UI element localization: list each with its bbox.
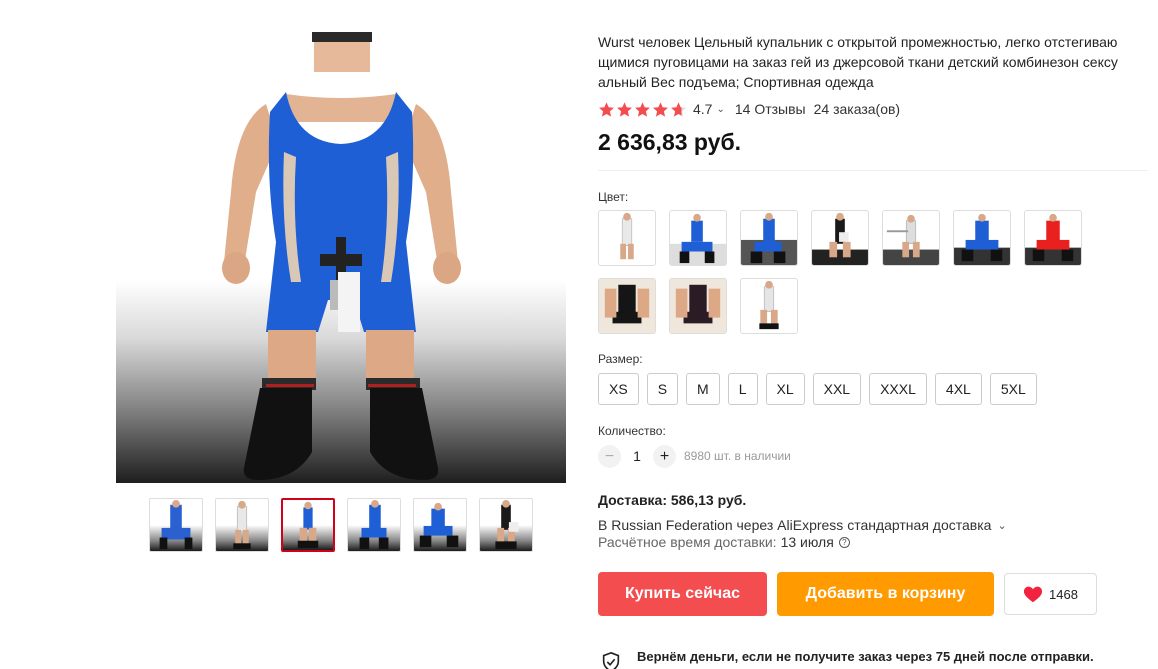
star-icon — [653, 101, 668, 117]
quantity-stepper: − 1 + 8980 шт. в наличии — [598, 444, 1148, 468]
heart-icon — [1023, 586, 1043, 603]
rating-value[interactable]: 4.7 — [693, 101, 712, 117]
reviews-link[interactable]: 14 Отзывы — [735, 101, 806, 117]
color-swatch-blue-1[interactable] — [669, 210, 727, 266]
action-buttons: Купить сейчас Добавить в корзину 1468 — [598, 572, 1148, 616]
thumbnail-5[interactable] — [413, 498, 467, 552]
thumbnail-4[interactable] — [347, 498, 401, 552]
thumbnail-2[interactable] — [215, 498, 269, 552]
buy-now-button[interactable]: Купить сейчас — [598, 572, 767, 616]
shield-check-icon — [602, 651, 620, 669]
product-photo — [222, 32, 461, 480]
quantity-label: Количество: — [598, 424, 666, 438]
color-swatch-blue-2[interactable] — [740, 210, 798, 266]
size-xl[interactable]: XL — [765, 373, 805, 405]
delivery-method-text: В Russian Federation через AliExpress ст… — [598, 517, 992, 533]
color-swatch-black-2[interactable] — [669, 278, 727, 334]
thumbnail-3[interactable] — [281, 498, 335, 552]
size-xs[interactable]: XS — [598, 373, 639, 405]
star-half-icon — [671, 101, 686, 117]
stock-count: 8980 шт. в наличии — [684, 449, 791, 463]
size-options: XS S M L XL XXL XXXL 4XL 5XL — [598, 373, 1148, 405]
rating-row: 4.7 ⌄ 14 Отзывы 24 заказа(ов) — [598, 99, 1148, 119]
delivery-time-label: Расчётное время доставки: — [598, 534, 777, 550]
star-icon — [599, 101, 614, 117]
size-xxl[interactable]: XXL — [812, 373, 862, 405]
delivery-time: Расчётное время доставки: 13 июля ? — [598, 534, 1148, 550]
color-swatch-red[interactable] — [1024, 210, 1082, 266]
color-label: Цвет: — [598, 190, 629, 204]
star-icon — [635, 101, 650, 117]
size-s[interactable]: S — [646, 373, 679, 405]
size-4xl[interactable]: 4XL — [934, 373, 982, 405]
main-product-image[interactable] — [116, 32, 566, 483]
quantity-increase-button[interactable]: + — [653, 444, 676, 468]
quantity-decrease-button[interactable]: − — [598, 444, 621, 468]
delivery-date: 13 июля — [780, 534, 834, 550]
product-price: 2 636,83 руб. — [598, 129, 742, 155]
color-swatch-white[interactable] — [598, 210, 656, 266]
chevron-down-icon[interactable]: ⌄ — [716, 104, 724, 115]
thumbnail-6[interactable] — [479, 498, 533, 552]
thumbnail-strip — [149, 498, 533, 552]
buyer-protection: Вернём деньги, если не получите заказ че… — [600, 649, 1094, 669]
color-swatch-blue-3[interactable] — [953, 210, 1011, 266]
star-icon — [617, 101, 632, 117]
size-xxxl[interactable]: XXXL — [869, 373, 927, 405]
delivery-cost: Доставка: 586,13 руб. — [598, 492, 747, 508]
color-swatches — [598, 210, 1098, 334]
wishlist-button[interactable]: 1468 — [1004, 573, 1097, 615]
divider — [598, 170, 1148, 171]
product-title: Wurst человек Цельный купальник с открыт… — [598, 34, 1118, 90]
delivery-method[interactable]: В Russian Federation через AliExpress ст… — [598, 517, 1148, 533]
product-info: Wurst человек Цельный купальник с открыт… — [598, 32, 1148, 616]
guarantee-text: Вернём деньги, если не получите заказ че… — [637, 649, 1094, 664]
question-circle-icon[interactable]: ? — [838, 536, 850, 548]
chevron-down-icon: ⌄ — [997, 519, 1007, 532]
size-label: Размер: — [598, 352, 643, 366]
orders-count: 24 заказа(ов) — [813, 101, 901, 117]
size-l[interactable]: L — [727, 373, 758, 405]
add-to-cart-button[interactable]: Добавить в корзину — [777, 572, 994, 616]
color-swatch-white-grey[interactable] — [882, 210, 940, 266]
size-5xl[interactable]: 5XL — [989, 373, 1037, 405]
color-swatch-white-2[interactable] — [740, 278, 798, 334]
quantity-value[interactable]: 1 — [621, 448, 653, 464]
thumbnail-1[interactable] — [149, 498, 203, 552]
rating-stars[interactable] — [598, 101, 687, 118]
color-swatch-black-1[interactable] — [598, 278, 656, 334]
wishlist-count: 1468 — [1049, 586, 1078, 602]
color-swatch-black-white[interactable] — [811, 210, 869, 266]
size-m[interactable]: M — [686, 373, 720, 405]
